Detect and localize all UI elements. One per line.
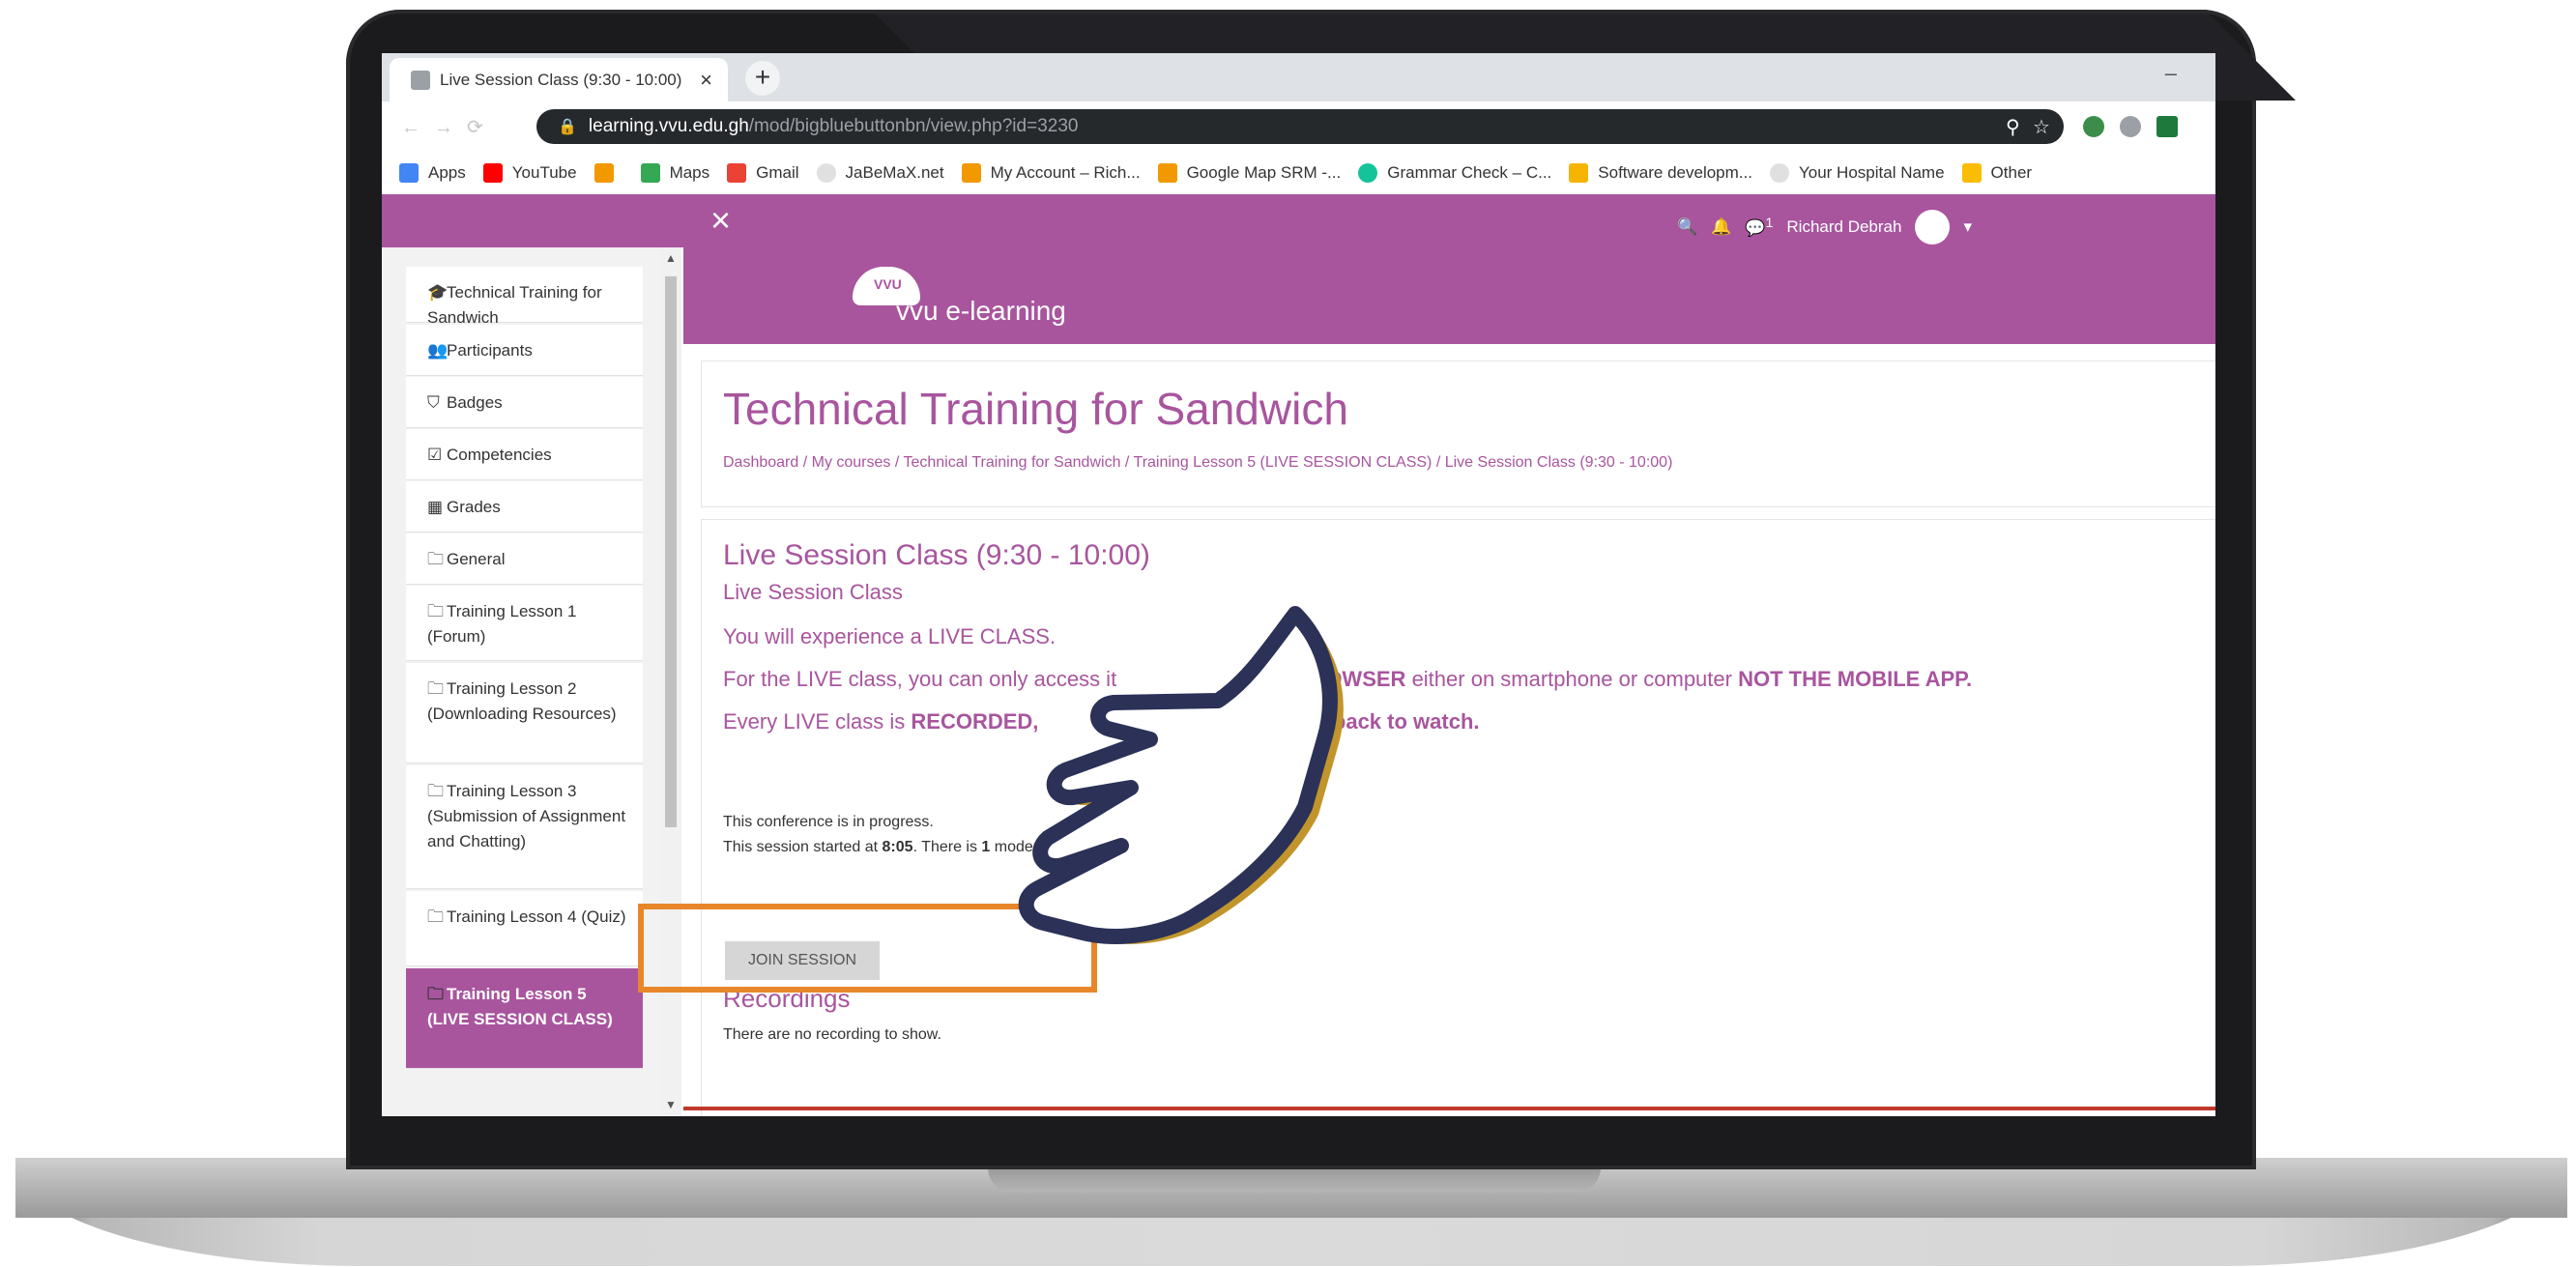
profile-extension-icon[interactable] bbox=[2120, 116, 2141, 137]
sidebar-item-lesson-3[interactable]: 🗀 Training Lesson 3 (Submission of Assign… bbox=[406, 765, 643, 889]
table-icon: ▦ bbox=[427, 498, 444, 516]
globe-icon bbox=[1769, 163, 1789, 183]
bookmarks-bar: Apps YouTube Maps Gmail JaBeMaX.net My A… bbox=[382, 152, 2215, 194]
bookmark-google-map-srm[interactable]: Google Map SRM -... bbox=[1157, 163, 1341, 183]
close-drawer-icon[interactable]: × bbox=[710, 200, 731, 241]
zoom-icon[interactable]: ⚲ bbox=[2006, 115, 2020, 139]
browser-tab[interactable]: Live Session Class (9:30 - 10:00) × bbox=[390, 58, 728, 101]
folder-icon: 🗀 bbox=[427, 907, 444, 926]
site-icon bbox=[593, 163, 614, 183]
site-icon bbox=[1157, 163, 1177, 183]
window-minimize-button[interactable]: – bbox=[2165, 61, 2177, 86]
pointing-hand-icon bbox=[1018, 606, 1344, 944]
recordings-empty: There are no recording to show. bbox=[723, 1026, 941, 1043]
page-bottom-border bbox=[683, 1107, 2215, 1110]
bookmark-youtube[interactable]: YouTube bbox=[482, 163, 577, 183]
site-banner: VVU vvu e-learning bbox=[683, 247, 2215, 344]
sidebar-item-grades[interactable]: ▦ Grades bbox=[406, 481, 643, 533]
shield-icon: ⛉ bbox=[427, 393, 440, 412]
bookmark-jabemax[interactable]: JaBeMaX.net bbox=[816, 163, 944, 183]
grammarly-icon bbox=[1358, 163, 1378, 183]
user-name[interactable]: Richard Debrah bbox=[1786, 217, 1901, 237]
session-info: This session started at 8:05. There is 1… bbox=[723, 839, 1048, 855]
message-count-badge: 1 bbox=[1765, 216, 1774, 232]
activity-title: Live Session Class (9:30 - 10:00) bbox=[723, 539, 1150, 571]
folder-icon: 🗀 bbox=[427, 782, 444, 800]
bookmark-site[interactable] bbox=[593, 163, 623, 183]
sidebar-item-lesson-5[interactable]: 🗀 Training Lesson 5 (LIVE SESSION CLASS) bbox=[406, 968, 643, 1069]
chevron-down-icon[interactable]: ▾ bbox=[1963, 217, 1972, 237]
site-logo-text: vvu e-learning bbox=[896, 296, 1066, 326]
scrollbar-thumb[interactable] bbox=[665, 276, 677, 827]
nav-buttons[interactable]: ←→⟳ bbox=[401, 115, 497, 139]
user-menu-area: 🔍 🔔 💬1 Richard Debrah ▾ bbox=[1677, 210, 1972, 245]
users-icon: 👥 bbox=[427, 341, 449, 360]
address-bar[interactable]: 🔒 learning.vvu.edu.gh /mod/bigbluebutton… bbox=[536, 109, 2064, 144]
scroll-down-icon[interactable]: ▼ bbox=[665, 1098, 677, 1111]
search-icon[interactable]: 🔍 bbox=[1677, 217, 1697, 237]
page-title: Technical Training for Sandwich bbox=[723, 384, 1348, 434]
course-header-card: Technical Training for Sandwich Dashboar… bbox=[701, 360, 2215, 507]
new-tab-button[interactable]: + bbox=[745, 61, 780, 96]
apps-grid-icon bbox=[399, 163, 419, 183]
bookmark-maps[interactable]: Maps bbox=[640, 163, 709, 183]
url-host: learning.vvu.edu.gh bbox=[588, 116, 749, 136]
folder-icon: 🗀 bbox=[427, 550, 444, 568]
browser-toolbar: ←→⟳ 🔒 learning.vvu.edu.gh /mod/bigbluebu… bbox=[382, 101, 2215, 152]
bookmark-other[interactable]: Other bbox=[1961, 163, 2032, 183]
maps-icon bbox=[640, 163, 660, 183]
lock-icon: 🔒 bbox=[558, 119, 577, 135]
course-nav-drawer: 🎓Technical Training for Sandwich 👥Partic… bbox=[382, 247, 672, 1116]
bolt-icon bbox=[1569, 163, 1589, 183]
sidebar-item-lesson-4[interactable]: 🗀 Training Lesson 4 (Quiz) bbox=[406, 891, 643, 966]
bookmark-software-dev[interactable]: Software developm... bbox=[1569, 163, 1752, 183]
tab-close-icon[interactable]: × bbox=[700, 68, 712, 93]
messages-icon[interactable]: 💬1 bbox=[1745, 216, 1773, 239]
bookmark-my-account[interactable]: My Account – Rich... bbox=[961, 163, 1141, 183]
extension-icon[interactable] bbox=[2083, 116, 2104, 137]
sidebar-item-competencies[interactable]: ☑ Competencies bbox=[406, 429, 643, 480]
url-path: /mod/bigbluebuttonbn/view.php?id=3230 bbox=[748, 116, 1079, 136]
bookmark-hospital[interactable]: Your Hospital Name bbox=[1769, 163, 1945, 183]
browser-tabbar: Live Session Class (9:30 - 10:00) × + – bbox=[382, 53, 2215, 101]
site-header: × 🔍 🔔 💬1 Richard Debrah ▾ bbox=[382, 194, 2215, 247]
breadcrumb[interactable]: Dashboard / My courses / Technical Train… bbox=[723, 454, 1672, 472]
site-icon bbox=[961, 163, 981, 183]
folder-icon: 🗀 bbox=[427, 602, 444, 620]
scroll-up-icon[interactable]: ▲ bbox=[665, 251, 677, 265]
tab-title: Live Session Class (9:30 - 10:00) bbox=[440, 70, 682, 89]
gmail-icon bbox=[727, 163, 747, 183]
sheets-extension-icon[interactable] bbox=[2156, 116, 2178, 137]
conference-status: This conference is in progress. bbox=[723, 814, 934, 830]
bookmark-gmail[interactable]: Gmail bbox=[727, 163, 799, 183]
youtube-icon bbox=[482, 163, 503, 183]
bookmark-apps[interactable]: Apps bbox=[399, 163, 466, 183]
bookmark-star-icon[interactable]: ☆ bbox=[2033, 115, 2050, 139]
activity-card: Live Session Class (9:30 - 10:00) Live S… bbox=[701, 519, 2215, 1116]
check-square-icon: ☑ bbox=[427, 446, 443, 464]
sidebar-item-lesson-2[interactable]: 🗀 Training Lesson 2 (Downloading Resource… bbox=[406, 663, 643, 763]
globe-icon bbox=[816, 163, 836, 183]
activity-subtitle: Live Session Class bbox=[723, 580, 903, 604]
sidebar-item-general[interactable]: 🗀 General bbox=[406, 533, 643, 585]
sidebar-item-participants[interactable]: 👥Participants bbox=[406, 325, 643, 376]
folder-icon bbox=[1961, 163, 1982, 183]
site-favicon-icon bbox=[411, 70, 430, 90]
graduation-cap-icon: 🎓 bbox=[427, 283, 449, 302]
bell-icon[interactable]: 🔔 bbox=[1711, 217, 1731, 237]
bookmark-grammar-check[interactable]: Grammar Check – C... bbox=[1358, 163, 1551, 183]
sidebar-item-course[interactable]: 🎓Technical Training for Sandwich bbox=[406, 267, 643, 327]
folder-icon: 🗀 bbox=[427, 679, 444, 698]
sidebar-item-lesson-1[interactable]: 🗀 Training Lesson 1 (Forum) bbox=[406, 586, 643, 661]
sidebar-item-badges[interactable]: ⛉ Badges bbox=[406, 377, 643, 428]
avatar[interactable] bbox=[1915, 210, 1951, 245]
folder-icon: 🗀 bbox=[427, 985, 444, 1003]
